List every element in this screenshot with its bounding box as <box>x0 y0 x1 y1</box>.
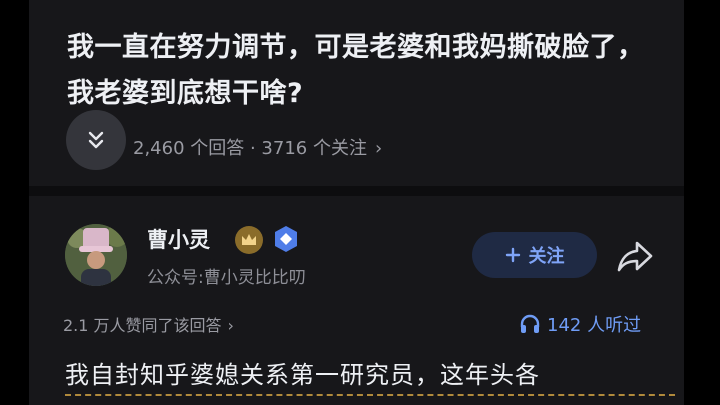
upvote-text: 2.1 万人赞同了该回答 <box>63 316 222 335</box>
author-avatar[interactable] <box>65 224 127 286</box>
follow-button-label: 关注 <box>528 246 565 267</box>
double-chevron-down-icon <box>88 131 104 149</box>
upvote-count[interactable]: 2.1 万人赞同了该回答 › <box>63 312 234 336</box>
avatar-image <box>65 224 127 286</box>
listen-text: 142 人听过 <box>547 315 642 336</box>
author-description: 公众号:曹小灵比比叨 <box>147 268 306 288</box>
question-stats[interactable]: 2,460 个回答 · 3716 个关注 › <box>133 134 382 160</box>
answer-page: 我一直在努力调节，可是老婆和我妈撕破脸了，我老婆到底想干啥? 2,460 个回答… <box>29 0 684 405</box>
share-icon[interactable] <box>615 238 655 274</box>
headphones-icon <box>520 314 540 333</box>
question-title[interactable]: 我一直在努力调节，可是老婆和我妈撕破脸了，我老婆到底想干啥? <box>67 25 667 117</box>
author-name[interactable]: 曹小灵 <box>147 224 210 254</box>
collapse-button[interactable] <box>66 110 126 170</box>
plus-icon <box>505 247 520 263</box>
chevron-right-icon: › <box>374 138 383 159</box>
crown-icon <box>242 234 256 245</box>
crown-badge-icon[interactable] <box>235 226 263 254</box>
chevron-right-icon: › <box>227 316 234 335</box>
follow-button[interactable]: 关注 <box>472 232 597 278</box>
answer-body-text[interactable]: 我自封知乎婆媳关系第一研究员，这年头各 <box>65 355 675 396</box>
verified-icon[interactable] <box>271 224 301 254</box>
listen-count[interactable]: 142 人听过 <box>519 311 641 337</box>
question-stats-text: 2,460 个回答 · 3716 个关注 <box>133 138 367 159</box>
section-divider <box>29 186 684 196</box>
